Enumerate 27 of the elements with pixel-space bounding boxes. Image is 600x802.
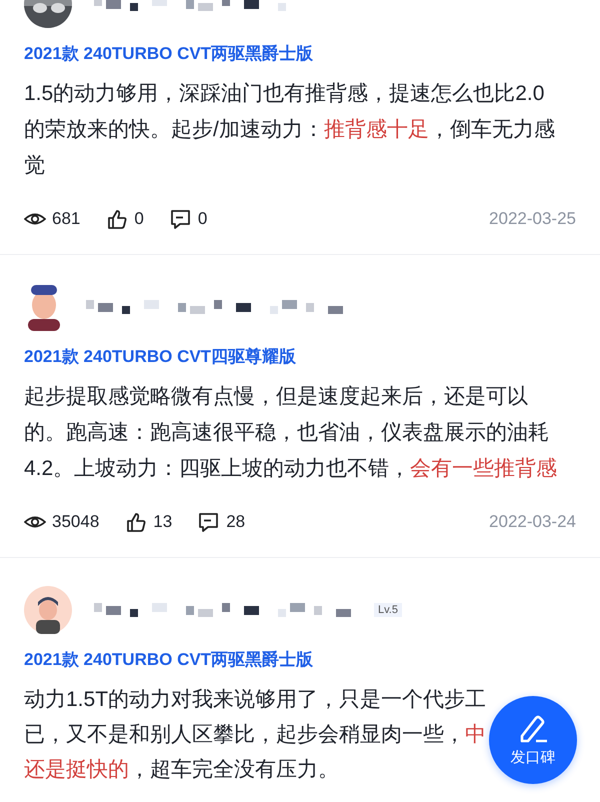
comment-icon: [198, 512, 220, 532]
like-count[interactable]: 0: [134, 209, 144, 229]
thumbs-up-icon: [106, 208, 128, 230]
car-model-link[interactable]: 2021款 240TURBO CVT四驱尊耀版: [24, 347, 576, 367]
view-count: 35048: [52, 512, 100, 532]
comment-count[interactable]: 0: [198, 209, 208, 229]
review-text-line: 还是挺快的，超车完全没有压力。: [24, 757, 339, 783]
view-count: 681: [52, 209, 80, 229]
car-model-link[interactable]: 2021款 240TURBO CVT两驱黑爵士版: [24, 650, 576, 670]
comment-count[interactable]: 28: [226, 512, 246, 532]
avatar: [24, 586, 72, 634]
post-date: 2022-03-24: [489, 512, 576, 532]
review-text-line: 的荣放来的快。起步/加速动力：推背感十足，倒车无力感: [24, 117, 555, 143]
review-text-line: 觉: [24, 153, 45, 179]
review-text-line: 动力1.5T的动力对我来说够用了，只是一个代步工: [24, 687, 486, 713]
like-count[interactable]: 13: [153, 512, 172, 532]
post-date: 2022-03-25: [489, 209, 576, 229]
write-review-button[interactable]: 发口碑: [489, 696, 577, 784]
review-text-line: 起步提取感觉略微有点慢，但是速度起来后，还是可以: [24, 384, 528, 410]
level-label: Lv.5: [374, 603, 402, 617]
review-text-line: 已，又不是和别人区攀比，起步会稍显肉一些，中: [24, 722, 486, 748]
review-text-line: 的。跑高速：跑高速很平稳，也省油，仪表盘展示的油耗: [24, 420, 549, 446]
thumbs-up-icon: [125, 512, 148, 532]
comment-icon: [170, 208, 192, 230]
car-model-link[interactable]: 2021款 240TURBO CVT两驱黑爵士版: [24, 44, 576, 64]
review-text-line: 1.5的动力够用，深踩油门也有推背感，提速怎么也比2.0: [24, 81, 544, 107]
review-text-line: 4.2。上坡动力：四驱上坡的动力也不错，会有一些推背感: [24, 456, 558, 482]
